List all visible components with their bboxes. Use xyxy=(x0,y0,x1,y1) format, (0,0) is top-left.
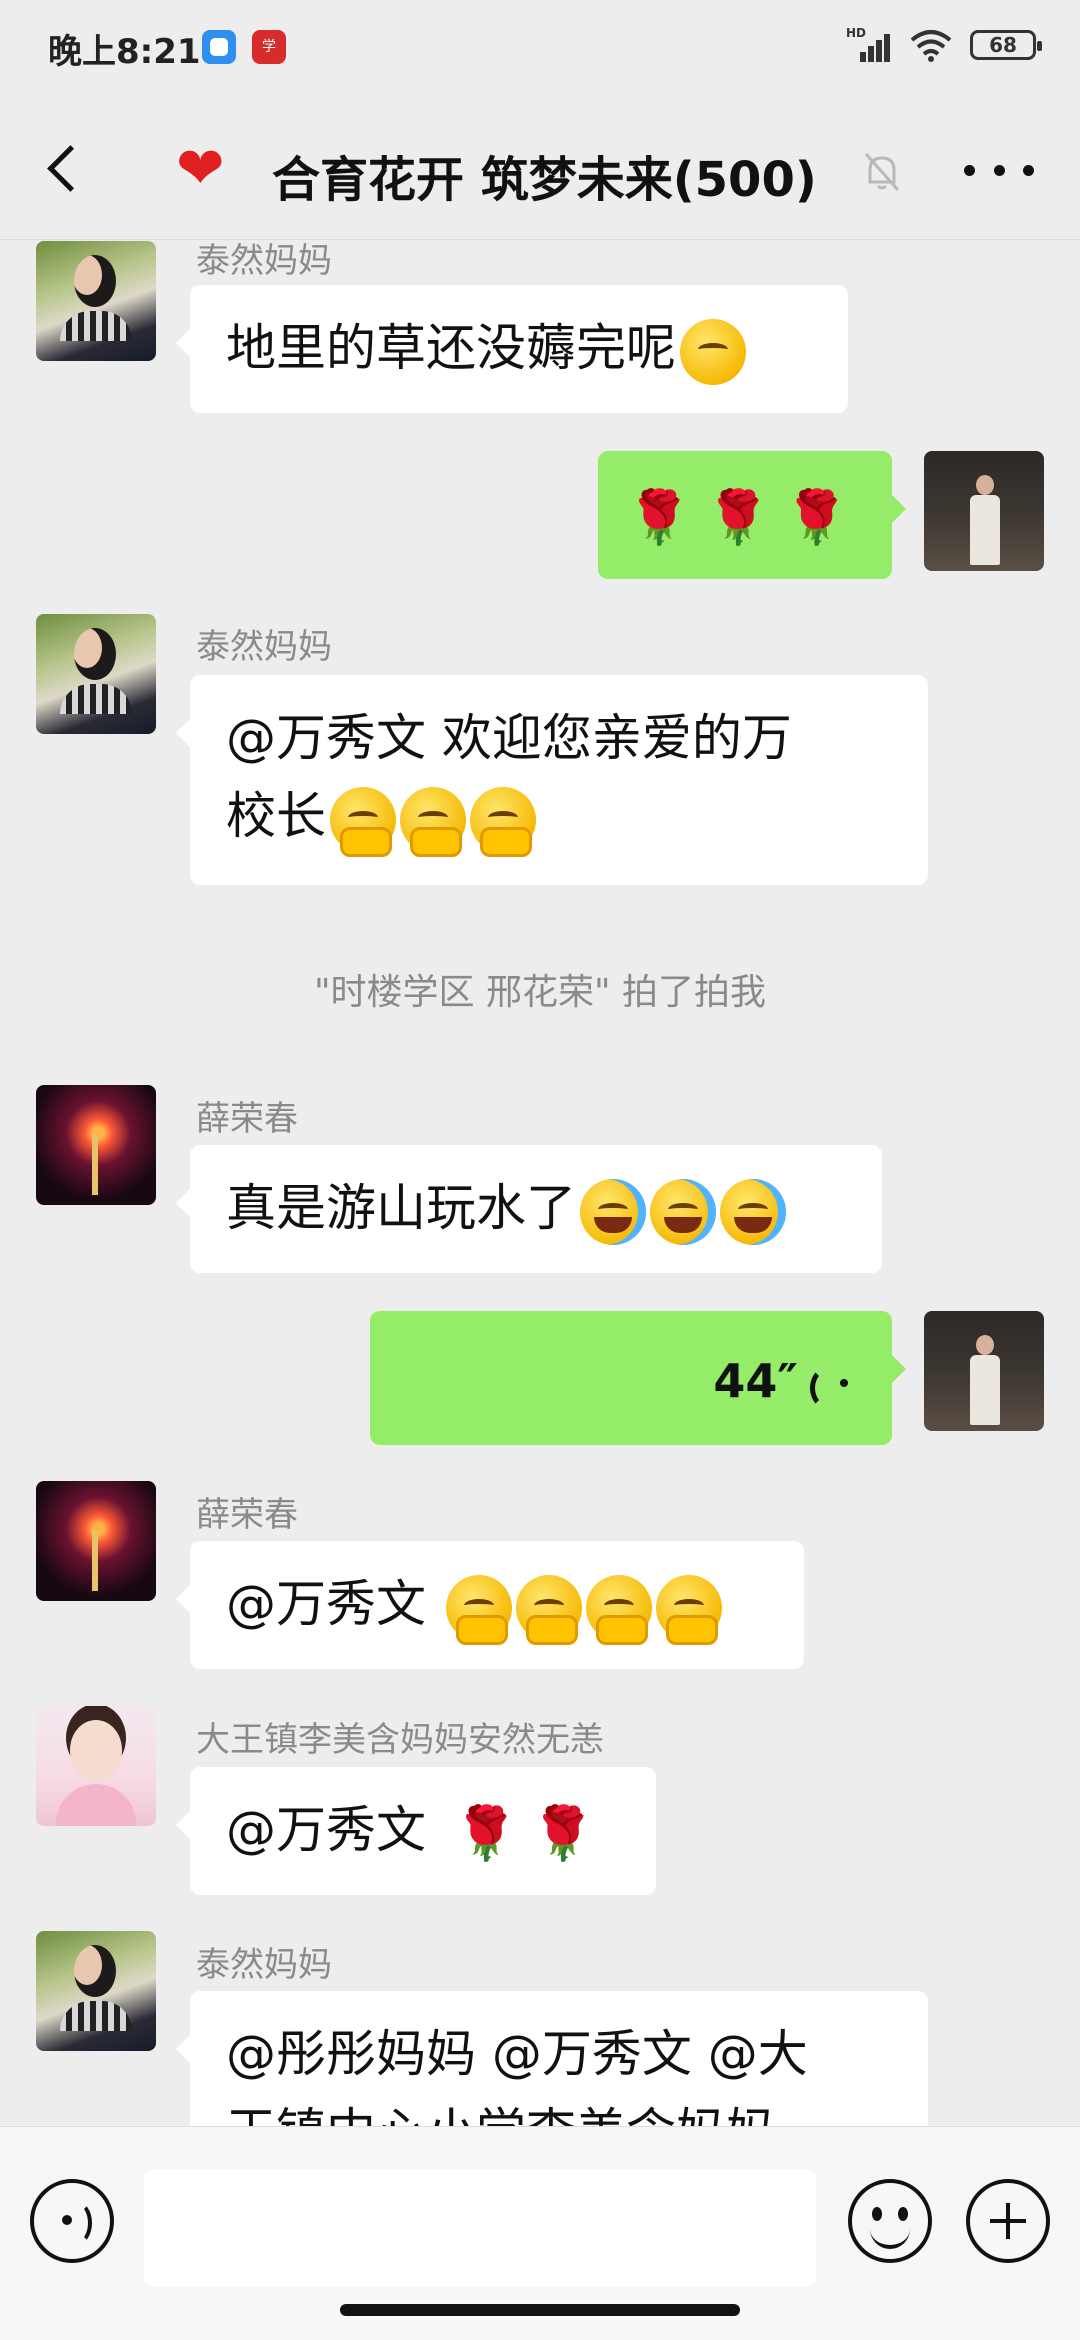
message-text-line-1: @彤彤妈妈 @万秀文 @大 xyxy=(226,2025,808,2083)
laugh-cry-face-emoji xyxy=(650,1178,716,1245)
voice-input-icon[interactable] xyxy=(30,2179,114,2263)
chat-title[interactable]: 合育花开 筑梦未来(500) xyxy=(272,140,817,210)
muted-bell-icon xyxy=(862,150,902,194)
sender-name: 泰然妈妈 xyxy=(196,1945,332,1985)
more-dots-icon[interactable] xyxy=(964,148,1034,192)
chat-header: ❤ 合育花开 筑梦未来(500) xyxy=(0,100,1080,240)
avatar[interactable] xyxy=(36,1706,156,1826)
message-bubble[interactable]: @万秀文 xyxy=(176,1541,804,1669)
message-bubble[interactable]: @万秀文 🌹🌹 xyxy=(176,1767,656,1895)
sender-name: 薛荣春 xyxy=(196,1099,298,1139)
emoji-icon[interactable] xyxy=(848,2179,932,2263)
shy-face-emoji xyxy=(585,1574,652,1645)
avatar[interactable] xyxy=(36,614,156,734)
message-text: @万秀文 xyxy=(226,1801,442,1859)
message-text: 地里的草还没薅完呢 xyxy=(226,319,676,377)
network-type: HD xyxy=(846,26,867,40)
message-text-line-2: 王镇中心小学李美含妈妈 xyxy=(226,2093,892,2126)
self-avatar[interactable] xyxy=(924,1311,1044,1431)
plus-icon[interactable] xyxy=(966,2179,1050,2263)
avatar[interactable] xyxy=(36,241,156,361)
app-notification-icon-red: 学 xyxy=(252,30,286,64)
shy-face-emoji xyxy=(445,1574,512,1645)
message-bubble[interactable]: @万秀文 欢迎您亲爱的万 校长 xyxy=(176,675,928,885)
sender-name: 大王镇李美含妈妈安然无恙 xyxy=(196,1720,604,1760)
voice-message-bubble[interactable]: 44″ xyxy=(370,1311,906,1445)
shy-face-emoji xyxy=(400,786,466,857)
message-bubble[interactable]: 地里的草还没薅完呢 xyxy=(176,285,848,413)
message-text: 真是游山玩水了 xyxy=(226,1179,576,1237)
avatar[interactable] xyxy=(36,1481,156,1601)
shy-face-emoji xyxy=(330,786,396,857)
signal-icon: HD xyxy=(846,26,892,62)
red-heart-icon: ❤ xyxy=(176,134,225,202)
status-bar: 晚上8:21 学 HD 68 xyxy=(0,0,1080,100)
rose-emoji: 🌹🌹 xyxy=(453,1803,608,1864)
message-text: @万秀文 xyxy=(226,1575,442,1633)
message-text-line-2: 校长 xyxy=(226,787,326,845)
battery-icon: 68 xyxy=(970,30,1042,60)
sender-name: 薛荣春 xyxy=(196,1495,298,1535)
sender-name: 泰然妈妈 xyxy=(196,241,332,281)
message-bubble[interactable]: 真是游山玩水了 xyxy=(176,1145,882,1273)
voice-duration: 44″ xyxy=(713,1354,798,1408)
laugh-cry-face-emoji xyxy=(720,1178,786,1245)
voice-wave-icon xyxy=(810,1361,852,1409)
message-text-line-1: @万秀文 欢迎您亲爱的万 xyxy=(226,709,792,767)
status-indicators: HD 68 xyxy=(846,26,1042,62)
back-arrow-icon[interactable] xyxy=(36,138,96,198)
shy-face-emoji xyxy=(470,786,536,857)
shy-face-emoji xyxy=(655,1574,722,1645)
system-message: "时楼学区 邢花荣" 拍了拍我 xyxy=(313,972,766,1013)
app-notification-icon xyxy=(202,30,236,64)
thinking-face-emoji xyxy=(680,318,746,385)
message-input[interactable] xyxy=(144,2169,816,2287)
avatar[interactable] xyxy=(36,1085,156,1205)
shy-face-emoji xyxy=(515,1574,582,1645)
wifi-icon xyxy=(910,28,952,62)
self-avatar[interactable] xyxy=(924,451,1044,571)
laugh-cry-face-emoji xyxy=(580,1178,646,1245)
status-time: 晚上8:21 xyxy=(48,32,201,72)
sender-name: 泰然妈妈 xyxy=(196,627,332,667)
message-bubble[interactable]: 🌹🌹🌹 xyxy=(598,451,906,579)
avatar[interactable] xyxy=(36,1931,156,2051)
rose-emoji: 🌹🌹🌹 xyxy=(626,487,864,548)
chat-message-list[interactable]: 泰然妈妈 地里的草还没薅完呢 🌹🌹🌹 泰然妈妈 @万秀文 欢迎您亲爱的万 校长 … xyxy=(0,241,1080,2126)
message-bubble[interactable]: @彤彤妈妈 @万秀文 @大 王镇中心小学李美含妈妈 xyxy=(176,1991,928,2126)
home-indicator[interactable] xyxy=(340,2304,740,2316)
